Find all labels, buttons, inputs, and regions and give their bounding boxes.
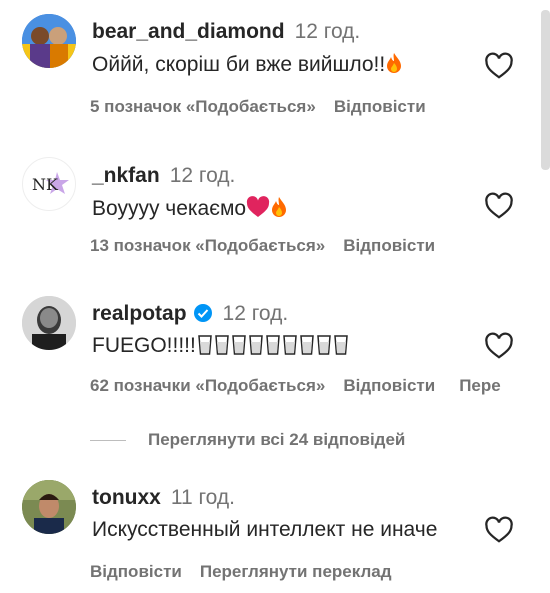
cup-icons: [196, 334, 349, 357]
reply-button[interactable]: Відповісти: [90, 562, 182, 581]
cup-icon: [283, 335, 297, 355]
cup-icon: [266, 335, 280, 355]
comment-text-content: Воуууу чекаємо: [92, 197, 247, 220]
cup-icon: [215, 335, 229, 355]
username[interactable]: tonuxx 11 год.: [92, 486, 235, 510]
likes-count[interactable]: 5 позначок «Подобається»: [90, 97, 316, 116]
likes-count[interactable]: 62 позначки «Подобається»: [90, 376, 325, 395]
comment-text-content: FUEGO!!!!!: [92, 334, 196, 357]
timestamp[interactable]: 12 год.: [223, 302, 289, 325]
comment-meta: Відповісти Переглянути переклад: [90, 562, 410, 582]
likes-count[interactable]: 13 позначок «Подобається»: [90, 236, 325, 255]
reply-button[interactable]: Відповісти: [343, 376, 435, 395]
red-heart-icon: [246, 196, 270, 224]
like-heart-icon[interactable]: [484, 332, 514, 360]
scrollbar[interactable]: [541, 10, 550, 170]
like-heart-icon[interactable]: [484, 192, 514, 220]
username[interactable]: _nkfan 12 год.: [92, 164, 235, 188]
like-heart-icon[interactable]: [484, 52, 514, 80]
avatar[interactable]: [22, 14, 76, 68]
reply-button[interactable]: Відповісти: [334, 97, 426, 116]
cup-icon: [300, 335, 314, 355]
timestamp[interactable]: 11 год.: [171, 486, 235, 509]
username-text[interactable]: tonuxx: [92, 486, 161, 509]
reply-button[interactable]: Відповісти: [343, 236, 435, 255]
replies-divider: [90, 440, 126, 441]
comment-text: Искусственный интеллект не иначе: [92, 518, 437, 542]
cup-icon: [249, 335, 263, 355]
comment-text-content: Искусственный интеллект не иначе: [92, 518, 438, 541]
username-text[interactable]: realpotap: [92, 302, 187, 325]
comment-meta: 13 позначок «Подобається» Відповісти: [90, 236, 453, 256]
view-all-replies-button[interactable]: Переглянути всі 24 відповідей: [148, 430, 405, 450]
cup-icon: [317, 335, 331, 355]
fire-icon: [385, 52, 403, 80]
comment-text: Оййй, скоріш би вже вийшло!!: [92, 52, 403, 80]
avatar[interactable]: [22, 480, 76, 534]
like-heart-icon[interactable]: [484, 516, 514, 544]
comment-text-content: Оййй, скоріш би вже вийшло!!: [92, 53, 386, 76]
avatar-monogram: NK: [32, 175, 59, 194]
username[interactable]: bear_and_diamond 12 год.: [92, 20, 360, 44]
comment-text: FUEGO!!!!!: [92, 334, 349, 358]
timestamp[interactable]: 12 год.: [170, 164, 236, 187]
comment-meta: 62 позначки «Подобається» Відповісти Пере: [90, 376, 519, 396]
avatar[interactable]: NK: [22, 157, 76, 211]
timestamp[interactable]: 12 год.: [295, 20, 361, 43]
comment-meta: 5 позначок «Подобається» Відповісти: [90, 97, 444, 117]
username-text[interactable]: _nkfan: [92, 164, 160, 187]
avatar[interactable]: [22, 296, 76, 350]
cup-icon: [198, 335, 212, 355]
cup-icon: [334, 335, 348, 355]
username-text[interactable]: bear_and_diamond: [92, 20, 285, 43]
fire-icon: [270, 196, 288, 224]
cup-icon: [232, 335, 246, 355]
comment-text: Воуууу чекаємо: [92, 196, 288, 224]
translate-button[interactable]: Переглянути переклад: [200, 562, 392, 581]
username[interactable]: realpotap 12 год.: [92, 302, 288, 329]
more-action-truncated[interactable]: Пере: [459, 376, 501, 395]
verified-badge-icon: [193, 303, 213, 329]
